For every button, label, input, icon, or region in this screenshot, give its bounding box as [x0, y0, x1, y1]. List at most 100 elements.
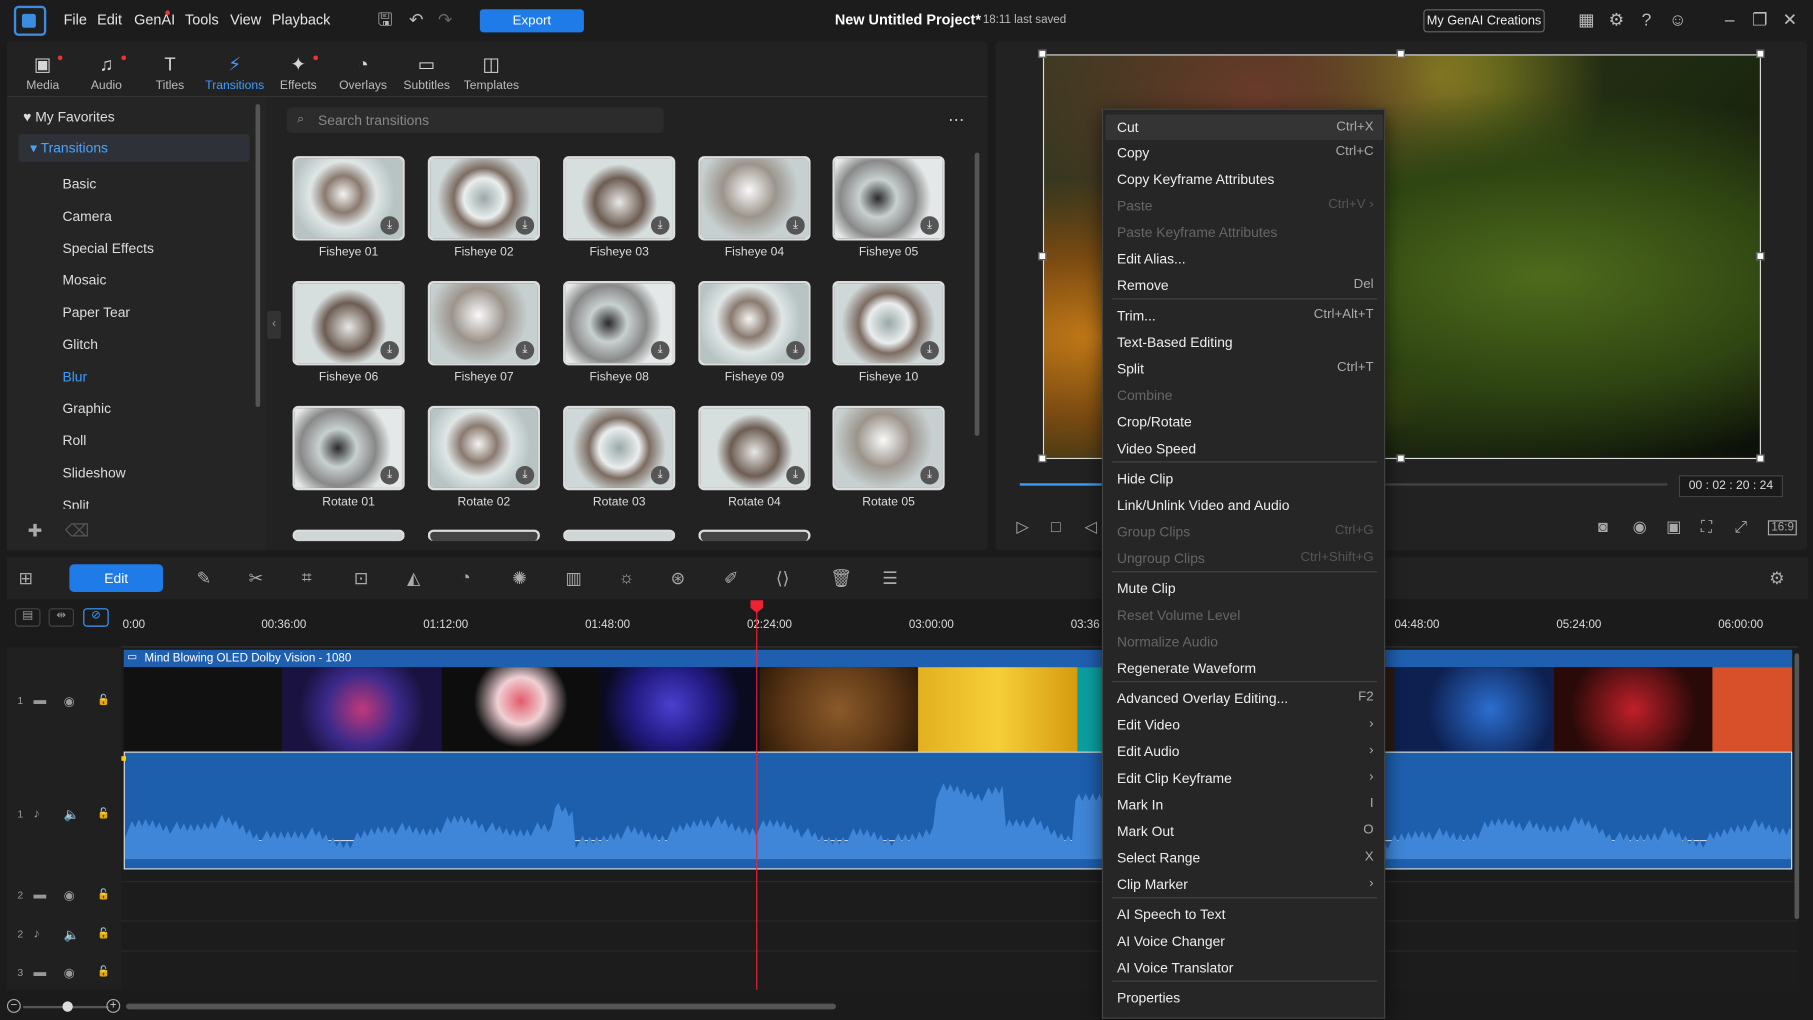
resize-handle[interactable] — [1756, 49, 1765, 58]
context-menu-item-mark-out[interactable]: Mark Out O — [1117, 823, 1374, 839]
search-input[interactable]: Search transitions — [286, 107, 664, 133]
context-menu-item-regenerate-waveform[interactable]: Regenerate Waveform — [1117, 660, 1374, 676]
color-icon[interactable]: ⊛ — [671, 568, 686, 589]
context-menu-item-edit-alias[interactable]: Edit Alias... — [1117, 251, 1374, 267]
resize-handle[interactable] — [1038, 454, 1047, 463]
video-clip-title[interactable]: Mind Blowing OLED Dolby Vision - 1080 — [123, 649, 1793, 668]
category-mosaic[interactable]: Mosaic — [62, 272, 106, 288]
download-icon[interactable]: ⤓ — [786, 216, 805, 235]
download-icon[interactable]: ⤓ — [650, 216, 670, 235]
context-menu-item-text-based-editing[interactable]: Text-Based Editing — [1117, 334, 1374, 350]
lock-icon[interactable]: 🔓 — [97, 807, 110, 820]
play-icon[interactable]: ▷ — [1016, 517, 1028, 537]
download-icon[interactable]: ⤓ — [920, 465, 939, 485]
transition-thumbnail[interactable]: ⤓ — [698, 405, 811, 491]
snapshot-icon[interactable]: ◙ — [1598, 517, 1608, 536]
lock-icon[interactable]: 🔓 — [97, 694, 110, 707]
module-tab-titles[interactable]: T Titles — [139, 53, 201, 93]
category-basic[interactable]: Basic — [62, 176, 96, 192]
zoom-out-icon[interactable]: − — [6, 999, 21, 1013]
transition-thumbnail[interactable] — [563, 529, 676, 542]
account-icon[interactable]: ☺ — [1666, 9, 1689, 32]
context-menu-item-hide-clip[interactable]: Hide Clip — [1117, 471, 1374, 487]
ai-crop-icon[interactable]: ⊡ — [354, 568, 369, 589]
module-tab-audio[interactable]: ♫ Audio — [75, 53, 137, 93]
menu-playback[interactable]: Playback — [272, 12, 331, 28]
track-manager-icon[interactable]: ▤ — [15, 608, 41, 627]
video-clip-thumbnails[interactable] — [123, 667, 1793, 752]
zoom-in-icon[interactable]: + — [106, 999, 121, 1013]
download-icon[interactable]: ⤓ — [515, 216, 535, 235]
more-options-icon[interactable]: ⋯ — [948, 110, 964, 130]
save-icon[interactable]: 🖫 — [373, 9, 396, 32]
download-icon[interactable]: ⤓ — [786, 465, 805, 485]
crop-icon[interactable]: ⌗ — [302, 568, 312, 588]
minimize-icon[interactable]: – — [1718, 9, 1741, 32]
collapse-sidebar-icon[interactable]: ‹ — [267, 311, 281, 339]
close-icon[interactable]: ✕ — [1778, 9, 1801, 32]
lock-icon[interactable]: 🔓 — [97, 927, 110, 940]
subtitle-list-icon[interactable]: ☰ — [882, 568, 898, 589]
volume-icon[interactable]: 🔈 — [64, 927, 80, 942]
category-roll[interactable]: Roll — [62, 432, 86, 448]
snap-icon[interactable]: ⇹ — [48, 608, 74, 627]
undock-icon[interactable]: ⤢ — [1734, 517, 1747, 537]
module-tab-subtitles[interactable]: ▭ Subtitles — [395, 53, 457, 93]
transition-thumbnail[interactable]: ⤓ — [427, 280, 540, 366]
transition-thumbnail[interactable] — [698, 529, 811, 542]
stabilizer-icon[interactable]: ▥ — [565, 568, 581, 589]
audio-mix-icon[interactable]: ⟨⟩ — [776, 568, 790, 589]
transition-thumbnail[interactable]: ⤓ — [292, 156, 405, 241]
context-menu-item-advanced-overlay-editing[interactable]: Advanced Overlay Editing... F2 — [1117, 690, 1374, 706]
download-icon[interactable]: ⤓ — [380, 216, 399, 235]
download-icon[interactable]: ⤓ — [380, 341, 399, 360]
edit-button[interactable]: Edit — [69, 564, 164, 592]
preview-quality-icon[interactable]: ◉ — [1633, 517, 1647, 537]
context-menu-item-ai-voice-changer[interactable]: AI Voice Changer — [1117, 933, 1374, 949]
download-icon[interactable]: ⤓ — [515, 465, 535, 485]
context-menu-item-trim[interactable]: Trim... Ctrl+Alt+T — [1117, 308, 1374, 324]
context-menu-item-clip-marker[interactable]: Clip Marker › — [1117, 876, 1374, 892]
module-tab-transitions[interactable]: ⚡ Transitions — [204, 53, 266, 93]
resize-handle[interactable] — [1396, 454, 1405, 463]
transition-thumbnail[interactable]: ⤓ — [427, 156, 540, 241]
category-graphic[interactable]: Graphic — [62, 400, 111, 416]
transition-thumbnail[interactable] — [292, 529, 405, 542]
remove-favorite-icon[interactable]: ⌫ — [65, 520, 90, 541]
keyframe-marker[interactable] — [121, 756, 127, 761]
zoom-fit-icon[interactable]: ⛶ — [1701, 517, 1712, 537]
context-menu-item-properties[interactable]: Properties — [1117, 990, 1374, 1006]
module-tab-effects[interactable]: ✦ Effects — [267, 53, 329, 93]
timecode-display[interactable]: 00 : 02 : 20 : 24 — [1678, 475, 1783, 498]
transition-thumbnail[interactable]: ⤓ — [563, 280, 676, 366]
category-glitch[interactable]: Glitch — [62, 336, 97, 352]
resize-handle[interactable] — [1756, 252, 1765, 261]
context-menu-item-link-unlink-video-and-audio[interactable]: Link/Unlink Video and Audio — [1117, 497, 1374, 513]
context-menu-item-edit-video[interactable]: Edit Video › — [1117, 717, 1374, 733]
help-icon[interactable]: ? — [1635, 9, 1658, 32]
transition-thumbnail[interactable]: ⤓ — [698, 280, 811, 366]
edit-note-icon[interactable]: ✐ — [724, 568, 739, 589]
context-menu-item-copy[interactable]: Copy Ctrl+C — [1117, 145, 1374, 161]
timeline-settings-icon[interactable]: ⚙ — [1769, 568, 1785, 589]
timeline-ruler[interactable] — [121, 601, 1798, 648]
transition-thumbnail[interactable]: ⤓ — [698, 156, 811, 241]
transition-thumbnail[interactable]: ⤓ — [563, 405, 676, 491]
transition-thumbnail[interactable]: ⤓ — [427, 405, 540, 491]
lock-icon[interactable]: 🔓 — [97, 965, 110, 978]
visibility-icon[interactable]: ◉ — [64, 888, 75, 903]
resize-handle[interactable] — [1038, 252, 1047, 261]
transition-thumbnail[interactable]: ⤓ — [292, 405, 405, 491]
transition-thumbnail[interactable]: ⤓ — [563, 156, 676, 241]
context-menu-item-select-range[interactable]: Select Range X — [1117, 850, 1374, 866]
aspect-ratio-icon[interactable]: 16:9 — [1767, 520, 1798, 536]
menu-tools[interactable]: Tools — [185, 12, 219, 28]
download-icon[interactable]: ⤓ — [380, 465, 399, 485]
category-special-effects[interactable]: Special Effects — [62, 241, 154, 257]
module-tab-overlays[interactable]: ◔ Overlays — [332, 53, 394, 93]
sidebar-scrollbar[interactable] — [255, 104, 261, 407]
transition-thumbnail[interactable]: ⤓ — [832, 280, 945, 366]
playhead-line[interactable] — [756, 603, 758, 990]
context-menu-item-video-speed[interactable]: Video Speed — [1117, 441, 1374, 457]
transition-thumbnail[interactable]: ⤓ — [832, 156, 945, 241]
